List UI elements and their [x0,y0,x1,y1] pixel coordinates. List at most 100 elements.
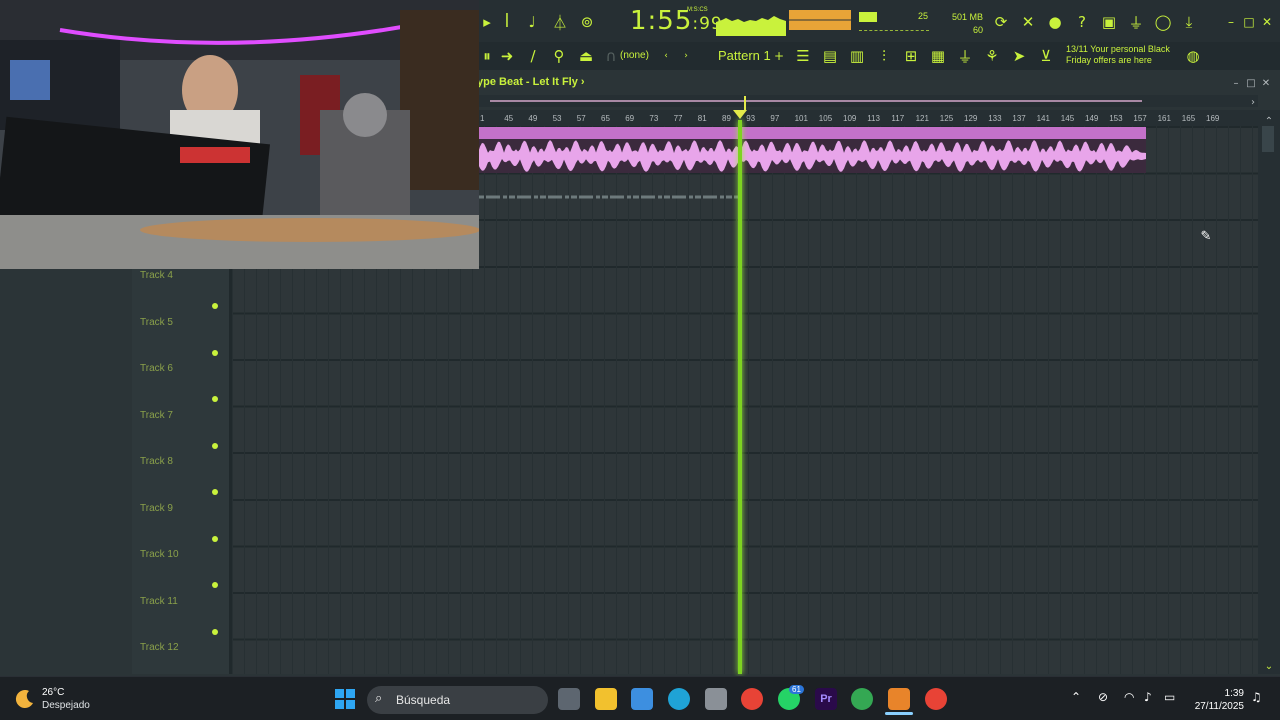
scroll-up-icon[interactable]: ⌃ [1258,110,1280,132]
typing-keyboard-icon[interactable]: ꟾ [496,11,518,33]
close-icon[interactable]: ✕ [1256,11,1278,33]
help-icon[interactable]: ? [1071,11,1093,33]
track-enable-led[interactable] [212,535,218,542]
vertical-scrollbar[interactable] [1258,110,1280,674]
metronome-icon[interactable]: ⏃ [549,11,571,33]
edge-icon[interactable] [668,688,690,710]
windows-start-icon[interactable] [334,688,356,710]
download-icon[interactable]: ⤓ [1178,11,1200,33]
chat-icon[interactable]: ◯ [1152,11,1174,33]
playlist-title-bar [475,73,1280,93]
tools-icon[interactable]: ✕ [1017,11,1039,33]
save-icon[interactable]: ▣ [1098,11,1120,33]
microsoft-store-icon[interactable] [631,688,653,710]
tray-app-icon[interactable]: ⊘ [1098,690,1108,704]
piano-roll-icon[interactable]: ▤ [819,45,841,67]
touch-controller-icon[interactable]: ⚘ [981,45,1003,67]
channel-rack-icon[interactable]: ▥ [846,45,868,67]
scroll-down-icon[interactable]: ⌄ [1258,655,1280,677]
add-pattern-button[interactable]: + [768,45,790,67]
step-edit-icon[interactable]: ♩ [521,11,543,33]
weather-moon-icon[interactable] [15,689,35,709]
time-unit-label: M:S:CS [687,7,708,13]
screen: ▸ ꟾ ♩ ⏃ ⊚ 1:55:99 M:S:CS 25 501 MB 60 ⟳ … [0,0,1280,720]
song-position-tick [744,96,746,110]
pattern-selector[interactable]: Pattern 1 [718,48,771,63]
horizontal-scroll-thumb[interactable] [490,100,1142,102]
active-app-indicator [885,712,913,715]
pattern-none-label[interactable]: (none) [620,50,649,61]
pattern-prev-icon[interactable]: ‹ [655,45,677,67]
project-icon[interactable]: ▦ [927,45,949,67]
chrome-icon[interactable] [741,688,763,710]
tempo-indicator [859,30,929,32]
track-label[interactable]: Track 6 [140,363,173,374]
paint-tool-icon[interactable]: ∕ [522,45,544,67]
audio-clip-waveform[interactable] [478,139,1146,173]
track-label[interactable]: Track 9 [140,503,173,514]
volume-icon[interactable]: ♪ [1144,690,1152,704]
ruler-number: 137 [1012,114,1026,123]
ruler-number: 121 [915,114,929,123]
globe-icon[interactable]: ◍ [1182,45,1204,67]
file-explorer-icon[interactable] [595,688,617,710]
plugin-picker-icon[interactable]: ⏚ [954,45,976,67]
wifi-icon[interactable]: ◠ [1124,690,1134,704]
mixer-icon[interactable]: ⫶ [873,45,895,67]
tray-overflow-icon[interactable]: ⌃ [1071,690,1081,704]
track-label[interactable]: Track 12 [140,642,179,653]
fl-studio-icon[interactable] [888,688,910,710]
battery-icon[interactable]: ▭ [1164,690,1175,704]
playhead[interactable] [738,120,742,674]
link-icon[interactable]: ⚲ [548,45,570,67]
track-label[interactable]: Track 8 [140,456,173,467]
export-icon[interactable]: ➤ [1008,45,1030,67]
playhead-marker[interactable] [733,110,747,119]
taskbar-search-box[interactable] [367,686,548,714]
weather-temperature[interactable]: 26°C [42,687,64,698]
system-clock[interactable]: 1:39 27/11/2025 [1190,687,1244,713]
premiere-pro-icon[interactable]: Pr [815,688,837,710]
time-display[interactable]: 1:55:99 [630,6,723,36]
track-enable-led[interactable] [212,396,218,402]
playlist-icon[interactable]: ☰ [792,45,814,67]
track-enable-led[interactable] [212,582,218,588]
undo-history-icon[interactable]: ⟳ [990,11,1012,33]
track-label[interactable]: Track 4 [140,270,173,281]
microphone-icon[interactable]: ● [1044,11,1066,33]
webcam-overlay [0,0,479,269]
track-label[interactable]: Track 10 [140,549,179,560]
track-enable-led[interactable] [212,303,218,309]
maps-icon[interactable] [851,688,873,710]
cart-icon[interactable]: ⊻ [1035,45,1057,67]
chrome-profile-icon[interactable] [925,688,947,710]
track-enable-led[interactable] [212,628,218,635]
ruler-number: 49 [528,114,538,123]
browser-icon[interactable]: ⊞ [900,45,922,67]
record-mode-icon[interactable]: ⊚ [576,11,598,33]
app-window-icon[interactable] [705,688,727,710]
magnet-icon[interactable]: ∩ [600,45,622,67]
weather-condition[interactable]: Despejado [42,700,90,711]
pattern-next-icon[interactable]: › [675,45,697,67]
news-panel[interactable]: 13/11 Your personal Black Friday offers … [1066,44,1186,66]
task-view-icon[interactable] [558,688,580,710]
ruler-number: 169 [1206,114,1220,123]
arrow-tool-icon[interactable]: ➜ [496,45,518,67]
track-enable-led[interactable] [212,349,218,356]
ruler-number: 53 [552,114,562,123]
audio-clip-header[interactable] [478,127,1146,139]
ruler-number: 145 [1060,114,1075,123]
snap-icon[interactable]: ⏸ [476,45,498,67]
pat-song-toggle-icon[interactable]: ▸ [476,11,498,33]
track-enable-led[interactable] [212,489,218,495]
notification-bell-icon[interactable]: ♫ [1251,690,1262,704]
plugin-icon[interactable]: ⏚ [1125,11,1147,33]
track-label[interactable]: Track 11 [140,596,178,607]
track-label[interactable]: Track 5 [140,317,173,328]
stamp-icon[interactable]: ⏏ [575,45,597,67]
track-enable-led[interactable] [212,442,218,449]
master-volume-meter [789,10,851,30]
track-label[interactable]: Track 7 [140,410,173,421]
ruler-number: 109 [843,114,857,123]
